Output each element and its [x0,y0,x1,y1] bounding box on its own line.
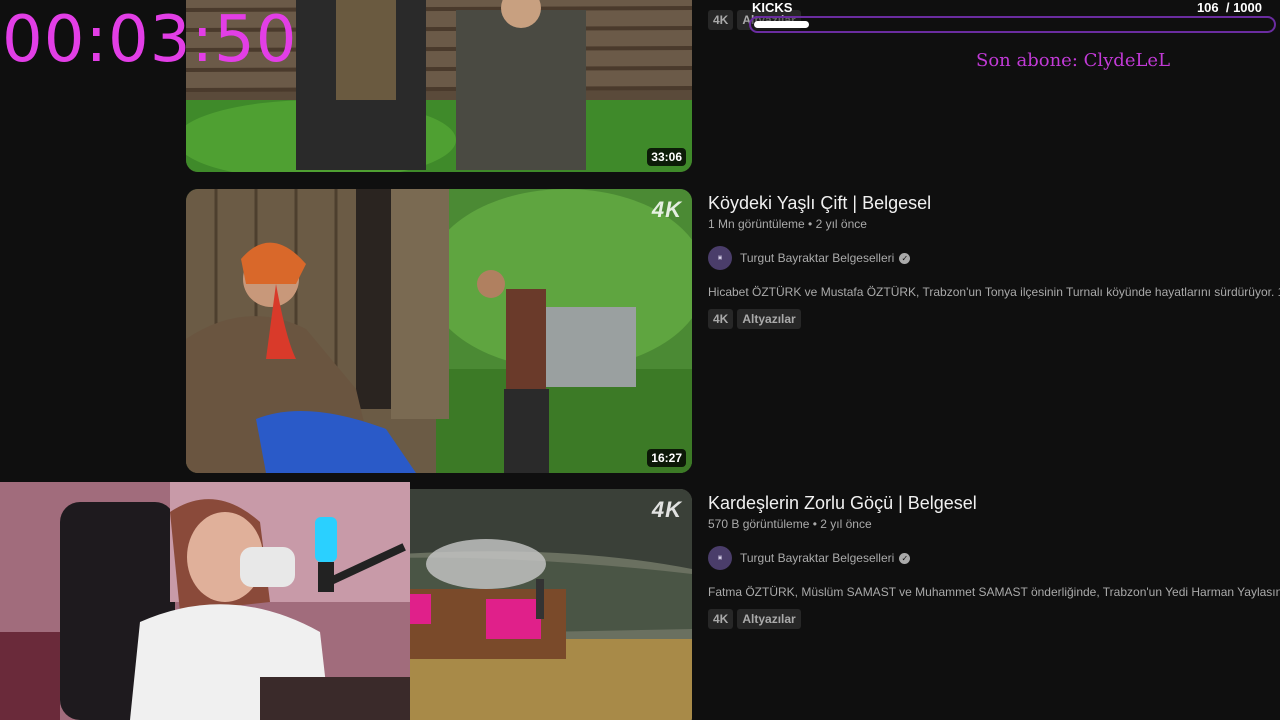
video-info-2: Köydeki Yaşlı Çift | Belgesel 1 Mn görün… [708,189,1280,329]
tag-subtitles: Altyazılar [737,609,801,629]
video-duration-2: 16:27 [647,449,686,467]
video-title-3[interactable]: Kardeşlerin Zorlu Göçü | Belgesel [708,491,1280,515]
last-subscriber-text: Son abone: ClydeLeL [976,50,1171,71]
webcam-overlay [0,482,410,720]
screen: 33:06 4K Altyazılar 4K 16:27 Köydeki Yaş… [0,0,1280,720]
video-description-3: Fatma ÖZTÜRK, Müslüm SAMAST ve Muhammet … [708,585,1280,599]
video-tags-2: 4K Altyazılar [708,309,1280,329]
video-thumbnail-2[interactable]: 4K 16:27 [186,189,692,473]
channel-avatar[interactable]: ▣ [708,546,732,570]
video-tags-3: 4K Altyazılar [708,609,1280,629]
verified-check-icon: ✓ [899,252,911,264]
channel-avatar[interactable]: ▣ [708,246,732,270]
video-meta-3: 570 B görüntüleme • 2 yıl önce [708,517,872,531]
video-title-2[interactable]: Köydeki Yaşlı Çift | Belgesel [708,191,1280,215]
kicks-goal-progress-bar [749,16,1276,33]
video-description-2: Hicabet ÖZTÜRK ve Mustafa ÖZTÜRK, Trabzo… [708,285,1280,299]
kicks-goal-count: 106 / 1000 [1196,0,1262,15]
verified-check-icon: ✓ [899,552,911,564]
webcam-image [0,482,410,720]
stream-timer: 00:03:50 [2,3,298,77]
video-meta-2: 1 Mn görüntüleme • 2 yıl önce [708,217,867,231]
tag-4k: 4K [708,309,734,329]
kicks-goal-progress-fill [754,21,809,28]
tag-4k: 4K [708,609,734,629]
video-4k-badge-2: 4K [651,197,682,222]
video-info-3: Kardeşlerin Zorlu Göçü | Belgesel 570 B … [708,489,1280,629]
video-4k-badge-3: 4K [651,497,682,522]
kicks-goal-label: KICKS [752,0,793,15]
thumbnail-image-2 [186,189,692,473]
channel-2[interactable]: ▣ Turgut Bayraktar Belgeselleri ✓ [708,245,1280,271]
tag-4k: 4K [708,10,734,30]
channel-3[interactable]: ▣ Turgut Bayraktar Belgeselleri ✓ [708,545,1280,571]
channel-name-3[interactable]: Turgut Bayraktar Belgeselleri [740,551,894,565]
channel-name-2[interactable]: Turgut Bayraktar Belgeselleri [740,251,894,265]
video-duration-1: 33:06 [647,148,686,166]
tag-subtitles: Altyazılar [737,309,801,329]
